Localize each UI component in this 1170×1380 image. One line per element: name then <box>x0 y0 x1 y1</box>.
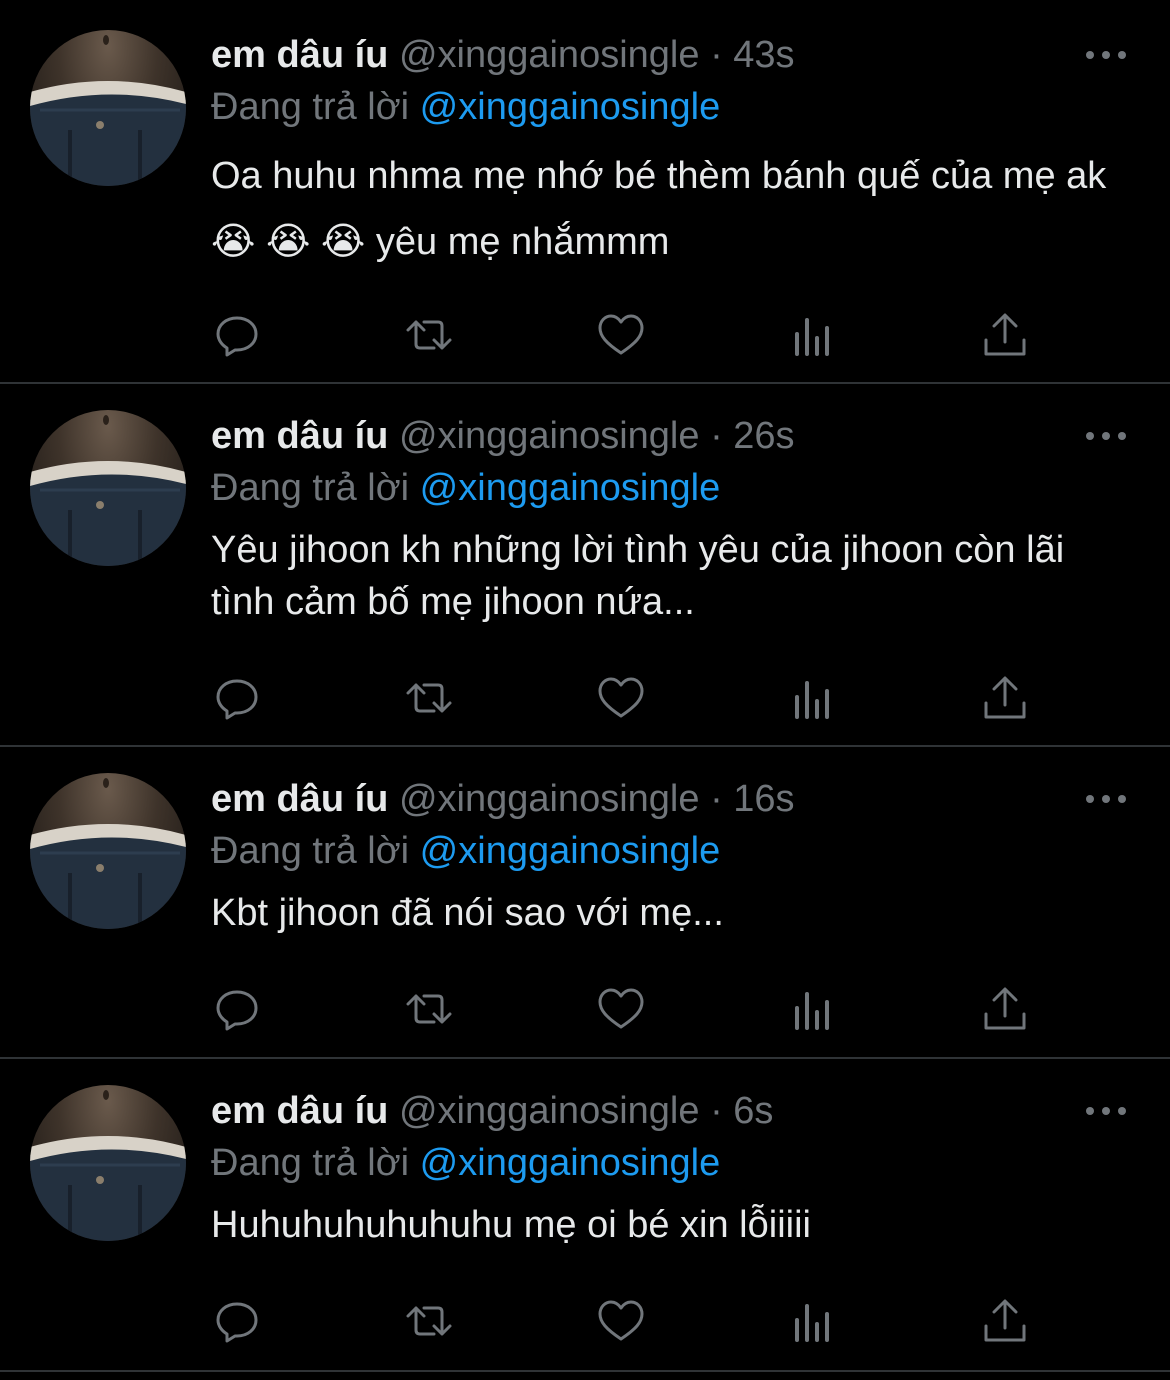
retweet-icon[interactable] <box>404 984 454 1034</box>
action-bar <box>212 1296 1032 1346</box>
reply-prefix: Đang trả lời <box>211 1142 410 1184</box>
tweet-header: em dâu íu @xinggainosingle · 6s <box>211 1089 773 1133</box>
action-bar <box>212 310 1032 360</box>
display-name[interactable]: em dâu íu <box>211 415 388 457</box>
tweet-timestamp[interactable]: 6s <box>733 1090 773 1132</box>
avatar[interactable] <box>30 410 186 566</box>
separator-dot: · <box>710 778 723 820</box>
reply-mention-link[interactable]: @xinggainosingle <box>420 86 721 128</box>
separator-dot: · <box>710 1090 723 1132</box>
user-handle[interactable]: @xinggainosingle <box>399 1090 700 1132</box>
retweet-icon[interactable] <box>404 1296 454 1346</box>
tweet[interactable]: em dâu íu @xinggainosingle · 43s Đang tr… <box>0 0 1170 384</box>
views-chart-icon[interactable] <box>788 310 838 360</box>
separator-dot: · <box>710 34 723 76</box>
reply-prefix: Đang trả lời <box>211 830 410 872</box>
views-chart-icon[interactable] <box>788 673 838 723</box>
avatar[interactable] <box>30 773 186 929</box>
tweet-text: Kbt jihoon đã nói sao với mẹ... <box>211 892 724 934</box>
user-handle[interactable]: @xinggainosingle <box>399 778 700 820</box>
share-icon[interactable] <box>980 1296 1030 1346</box>
avatar[interactable] <box>30 1085 186 1241</box>
user-handle[interactable]: @xinggainosingle <box>399 415 700 457</box>
tweet-text: Oa huhu nhma mẹ nhớ bé thèm bánh quế của… <box>211 155 1107 263</box>
heart-icon[interactable] <box>596 1296 646 1346</box>
reply-icon[interactable] <box>212 984 262 1034</box>
more-options-icon[interactable] <box>1086 429 1126 443</box>
tweet-header: em dâu íu @xinggainosingle · 26s <box>211 414 795 458</box>
reply-context: Đang trả lời @xinggainosingle <box>211 1141 720 1185</box>
tweet-header: em dâu íu @xinggainosingle · 43s <box>211 33 795 77</box>
share-icon[interactable] <box>980 984 1030 1034</box>
retweet-icon[interactable] <box>404 673 454 723</box>
heart-icon[interactable] <box>596 673 646 723</box>
share-icon[interactable] <box>980 673 1030 723</box>
tweet-header: em dâu íu @xinggainosingle · 16s <box>211 777 795 821</box>
display-name[interactable]: em dâu íu <box>211 34 388 76</box>
views-chart-icon[interactable] <box>788 1296 838 1346</box>
more-options-icon[interactable] <box>1086 48 1126 62</box>
views-chart-icon[interactable] <box>788 984 838 1034</box>
share-icon[interactable] <box>980 310 1030 360</box>
reply-context: Đang trả lời @xinggainosingle <box>211 466 720 510</box>
reply-mention-link[interactable]: @xinggainosingle <box>420 830 721 872</box>
reply-prefix: Đang trả lời <box>211 86 410 128</box>
more-options-icon[interactable] <box>1086 792 1126 806</box>
tweet-feed: em dâu íu @xinggainosingle · 43s Đang tr… <box>0 0 1170 1372</box>
display-name[interactable]: em dâu íu <box>211 1090 388 1132</box>
tweet[interactable]: em dâu íu @xinggainosingle · 6s Đang trả… <box>0 1059 1170 1372</box>
heart-icon[interactable] <box>596 984 646 1034</box>
tweet-text: Huhuhuhuhuhuhu mẹ oi bé xin lỗiiiii <box>211 1204 811 1246</box>
reply-icon[interactable] <box>212 673 262 723</box>
retweet-icon[interactable] <box>404 310 454 360</box>
tweet-timestamp[interactable]: 43s <box>733 34 794 76</box>
action-bar <box>212 673 1032 723</box>
reply-icon[interactable] <box>212 310 262 360</box>
action-bar <box>212 984 1032 1034</box>
tweet-timestamp[interactable]: 16s <box>733 778 794 820</box>
reply-mention-link[interactable]: @xinggainosingle <box>420 467 721 509</box>
reply-icon[interactable] <box>212 1296 262 1346</box>
more-options-icon[interactable] <box>1086 1104 1126 1118</box>
avatar[interactable] <box>30 30 186 186</box>
reply-mention-link[interactable]: @xinggainosingle <box>420 1142 721 1184</box>
heart-icon[interactable] <box>596 310 646 360</box>
user-handle[interactable]: @xinggainosingle <box>399 34 700 76</box>
separator-dot: · <box>710 415 723 457</box>
tweet[interactable]: em dâu íu @xinggainosingle · 16s Đang tr… <box>0 747 1170 1059</box>
reply-context: Đang trả lời @xinggainosingle <box>211 829 720 873</box>
reply-prefix: Đang trả lời <box>211 467 410 509</box>
tweet-timestamp[interactable]: 26s <box>733 415 794 457</box>
reply-context: Đang trả lời @xinggainosingle <box>211 85 720 129</box>
tweet-text: Yêu jihoon kh những lời tình yêu của jih… <box>211 529 1065 623</box>
display-name[interactable]: em dâu íu <box>211 778 388 820</box>
tweet[interactable]: em dâu íu @xinggainosingle · 26s Đang tr… <box>0 384 1170 747</box>
